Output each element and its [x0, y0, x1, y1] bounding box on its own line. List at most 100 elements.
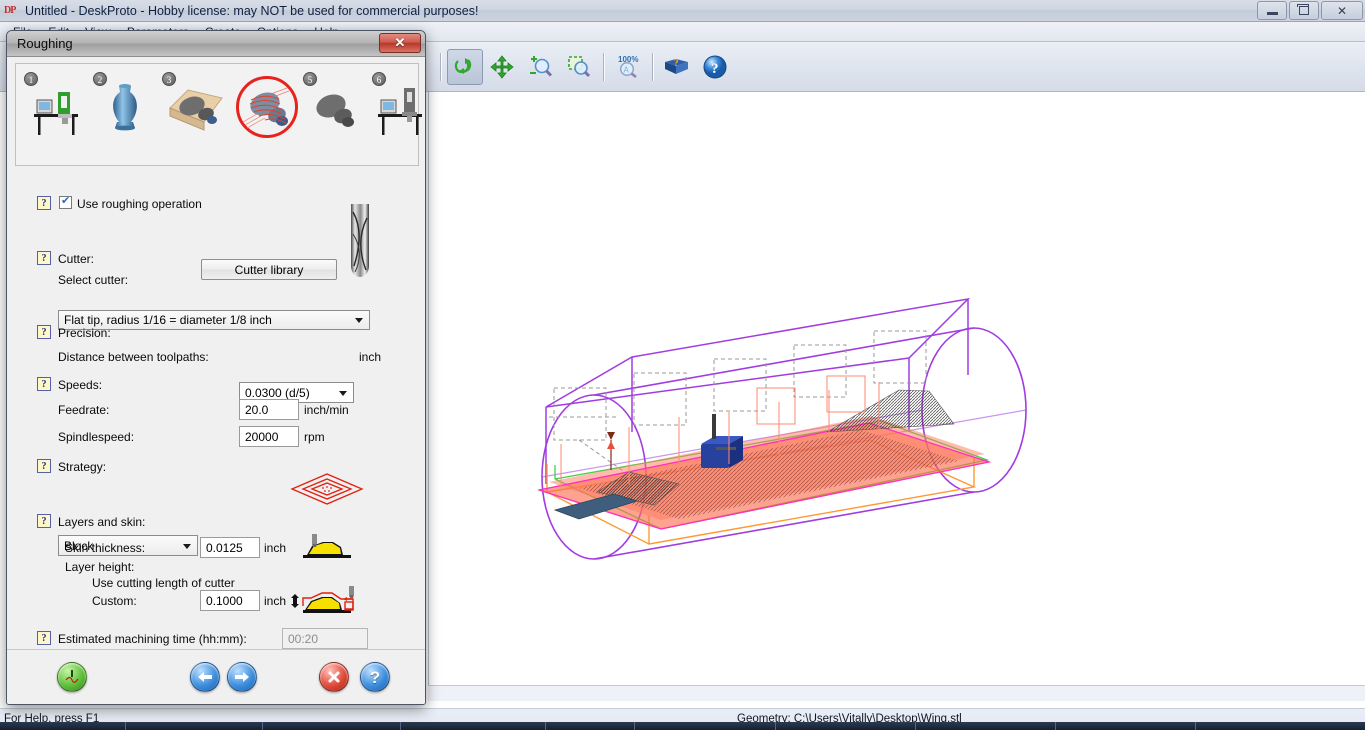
viewport-hscrollbar[interactable]	[428, 685, 1365, 701]
minimize-icon	[1266, 12, 1278, 15]
ball-end-mill-icon	[351, 204, 369, 277]
block-strategy-diamond-icon	[290, 473, 364, 505]
chevron-down-icon	[183, 543, 191, 549]
toolbar-help[interactable]: ?	[697, 49, 733, 85]
use-roughing-label: Use roughing operation	[77, 197, 202, 211]
feedrate-input[interactable]	[239, 399, 299, 420]
magnifier-100-icon: 100% A	[618, 55, 638, 78]
skin-thickness-input[interactable]	[200, 537, 260, 558]
dialog-close-button[interactable]: ✕	[379, 33, 421, 53]
help-speeds[interactable]: ?	[37, 377, 51, 391]
cancel-button[interactable]	[319, 662, 349, 692]
estimated-time-label: Estimated machining time (hh:mm):	[58, 632, 247, 646]
step-machine-setup[interactable]: 1	[22, 70, 84, 158]
green-power-toolpath-orb	[65, 670, 79, 683]
chevron-down-icon	[339, 390, 347, 396]
dialog-titlebar: Roughing ✕	[7, 31, 425, 57]
spindlespeed-unit: rpm	[304, 430, 325, 444]
back-button[interactable]	[190, 662, 220, 692]
step-part[interactable]: 3	[160, 70, 223, 158]
use-cutting-length-label: Use cutting length of cutter	[92, 576, 235, 590]
svg-text:?: ?	[711, 61, 719, 77]
toolbar-separator-4	[652, 52, 653, 81]
cutter-select-value: Flat tip, radius 1/16 = diameter 1/8 inc…	[64, 313, 272, 327]
spindlespeed-input[interactable]	[239, 426, 299, 447]
minimize-button[interactable]	[1257, 1, 1287, 20]
feedrate-label: Feedrate:	[58, 403, 110, 417]
spindlespeed-label: Spindlespeed:	[58, 430, 135, 444]
help-cutter[interactable]: ?	[37, 251, 51, 265]
toolbar-zoom-in-out[interactable]	[523, 49, 559, 85]
use-roughing-checkbox[interactable]	[59, 194, 72, 209]
svg-text:?: ?	[674, 58, 679, 68]
help-button[interactable]: ?	[360, 662, 390, 692]
toolbar-rotate-mode[interactable]	[447, 48, 483, 85]
3d-viewport[interactable]	[428, 92, 1365, 685]
restore-icon	[1297, 4, 1309, 15]
speeds-section-label: Speeds:	[58, 378, 103, 392]
blue-vase-icon	[113, 84, 137, 131]
viewport-scene	[537, 297, 1027, 560]
red-x-orb	[328, 671, 340, 683]
toolbar-separator-2	[440, 52, 441, 81]
skin-thickness-label: Skin thickness:	[65, 541, 146, 555]
step-geometry[interactable]: 2	[91, 70, 153, 158]
rotate-green-icon	[454, 57, 472, 74]
wizard-steps: 1 2 3 5 6	[15, 63, 422, 166]
strategy-section-label: Strategy:	[58, 460, 107, 474]
next-button[interactable]	[227, 662, 257, 692]
roughing-dialog: Roughing ✕ 1 2 3 5 6 ? ✔ Use roughing op…	[6, 30, 426, 705]
toolpath-distance-value: 0.0300 (d/5)	[245, 385, 310, 400]
toolbar-zoom-window[interactable]	[561, 49, 597, 85]
pan-arrows-icon	[490, 54, 514, 79]
toolpath-distance-unit: inch	[359, 350, 382, 364]
custom-layer-height-unit: inch	[264, 594, 287, 608]
help-use-roughing[interactable]: ?	[37, 196, 51, 210]
estimated-time-value	[282, 628, 368, 649]
precision-section-label: Precision:	[58, 326, 111, 340]
blue-right-arrow-orb	[235, 672, 249, 682]
app-icon: DP	[4, 4, 16, 16]
toolpath-distance-label: Distance between toolpaths:	[58, 350, 209, 364]
step-output[interactable]: 6	[370, 70, 425, 158]
cutter-library-button[interactable]: Cutter library	[201, 259, 337, 280]
toolbar-separator-3	[603, 52, 604, 81]
layer-height-label: Layer height:	[65, 560, 135, 574]
blue-question-orb: ?	[369, 667, 381, 687]
toolbar-zoom-all[interactable]: 100% A	[610, 49, 646, 85]
window-title: Untitled - DeskProto - Hobby license: ma…	[25, 3, 479, 18]
toolbar-manual[interactable]: ?	[659, 49, 695, 85]
calculate-button[interactable]	[57, 662, 87, 692]
part-in-block-icon	[169, 89, 223, 131]
maximize-button[interactable]	[1289, 1, 1319, 20]
close-button[interactable]: ✕	[1321, 1, 1363, 20]
select-cutter-label: Select cutter:	[58, 273, 129, 287]
cutter-marker	[701, 414, 743, 468]
step-roughing[interactable]	[232, 70, 298, 158]
skin-thickness-icon	[303, 534, 351, 558]
taskbar	[0, 722, 1365, 730]
feedrate-unit: inch/min	[304, 403, 349, 417]
custom-layer-height-input[interactable]	[200, 590, 260, 611]
custom-layer-height-label: Custom:	[92, 594, 137, 608]
skin-thickness-unit: inch	[264, 541, 287, 555]
book-help-icon: ?	[665, 58, 688, 74]
dialog-footer: ?	[7, 649, 425, 704]
svg-text:A: A	[624, 65, 630, 74]
blue-left-arrow-orb	[198, 672, 212, 682]
help-precision[interactable]: ?	[37, 325, 51, 339]
question-orb-icon: ?	[703, 55, 727, 78]
window-controls: ✕	[1257, 1, 1363, 20]
help-strategy[interactable]: ?	[37, 459, 51, 473]
magnifier-marquee-icon	[568, 55, 591, 77]
cutter-section-label: Cutter:	[58, 252, 95, 266]
help-estimated-time[interactable]: ?	[37, 631, 51, 645]
chevron-down-icon	[355, 318, 363, 323]
help-layers[interactable]: ?	[37, 514, 51, 528]
roughing-form: ? Use roughing operation ? Cutter: Selec…	[7, 171, 425, 685]
toolbar-pan-mode[interactable]	[485, 49, 521, 85]
close-icon: ✕	[1336, 3, 1348, 18]
step-finishing[interactable]: 5	[301, 70, 363, 158]
workbench-green-icon	[34, 92, 78, 135]
layers-section-label: Layers and skin:	[58, 515, 146, 529]
